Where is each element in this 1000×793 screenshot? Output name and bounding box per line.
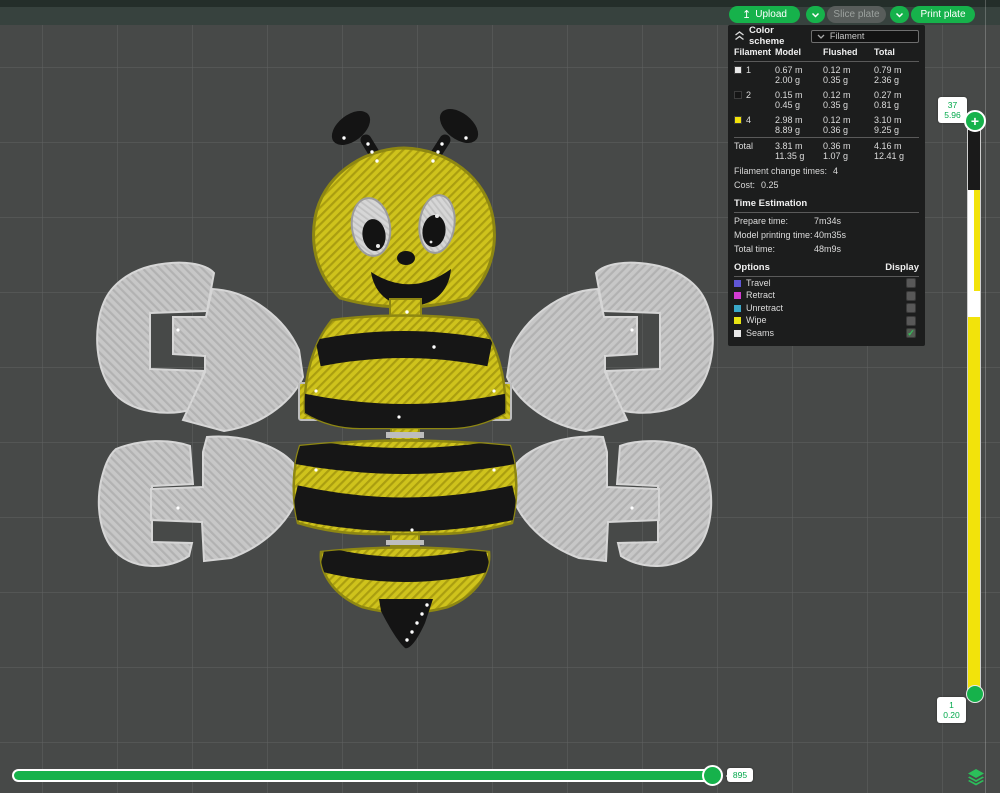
- filament-row-id: 4: [734, 112, 775, 137]
- layer-color-segment: [974, 190, 980, 291]
- chevron-down-icon: [811, 12, 820, 18]
- view-mode-select[interactable]: Filament: [811, 30, 919, 43]
- layer-color-segment: [968, 317, 980, 690]
- seams-display-checkbox[interactable]: ✓: [906, 328, 916, 338]
- unretract-swatch: [734, 305, 741, 312]
- slice-plate-label: Slice plate: [833, 9, 879, 20]
- option-row-unretract: Unretract ✓: [734, 302, 919, 315]
- filament-row-id: 1: [734, 62, 775, 87]
- layer-slider-upper-handle[interactable]: +: [964, 110, 986, 132]
- prepare-time: Prepare time:7m34s: [734, 213, 919, 227]
- layers-icon: [966, 767, 986, 787]
- print-dropdown-button[interactable]: [890, 6, 909, 23]
- upload-button[interactable]: ↥ Upload: [729, 6, 800, 23]
- option-row-retract: Retract ✓: [734, 290, 919, 303]
- layer-color-segment: [968, 130, 980, 190]
- model-printing-time: Model printing time:40m35s: [734, 227, 919, 241]
- seams-swatch: [734, 330, 741, 337]
- move-slider-handle[interactable]: [702, 765, 723, 786]
- preview-stats-panel: Color scheme Filament Filament Model Flu…: [728, 25, 925, 346]
- col-header: Model: [775, 46, 823, 62]
- retract-swatch: [734, 292, 741, 299]
- layer-color-segment: [968, 291, 980, 317]
- display-title: Display: [885, 262, 919, 273]
- options-title: Options: [734, 262, 770, 273]
- layer-slider-bottom-tooltip: 10.20: [937, 697, 966, 723]
- layer-slider-top-tooltip: 375.96: [938, 97, 967, 123]
- view-mode-value: Filament: [830, 31, 865, 42]
- unretract-display-checkbox[interactable]: ✓: [906, 303, 916, 313]
- wipe-swatch: [734, 317, 741, 324]
- filament-row-id: 2: [734, 87, 775, 112]
- slice-plate-button[interactable]: Slice plate: [827, 6, 886, 23]
- collapse-panel-icon[interactable]: [734, 31, 744, 41]
- layer-slider-track[interactable]: [967, 129, 981, 691]
- time-estimation-title: Time Estimation: [734, 198, 919, 213]
- upload-icon: ↥: [742, 8, 751, 21]
- filament-swatch: [734, 91, 742, 99]
- panel-title: Color scheme: [749, 25, 806, 47]
- retract-display-checkbox[interactable]: ✓: [906, 291, 916, 301]
- option-row-seams: Seams ✓: [734, 327, 919, 340]
- print-plate-label: Print plate: [920, 9, 965, 20]
- total-row-label: Total: [734, 137, 775, 163]
- layer-view-button[interactable]: [965, 766, 986, 787]
- move-slider-tooltip: 895: [727, 768, 753, 782]
- bee-body: [294, 316, 517, 614]
- chevron-down-icon: [817, 34, 825, 39]
- filament-swatch: [734, 116, 742, 124]
- total-time: Total time:48m9s: [734, 241, 919, 255]
- filament-usage-table: Filament Model Flushed Total 1 0.67 m2.0…: [734, 46, 919, 163]
- upload-button-label: Upload: [755, 9, 787, 20]
- travel-swatch: [734, 280, 741, 287]
- col-header: Flushed: [823, 46, 874, 62]
- filament-swatch: [734, 66, 742, 74]
- col-header: Total: [874, 46, 919, 62]
- move-slider-fill: [14, 771, 716, 780]
- filament-change-times: Filament change times:4: [734, 166, 919, 177]
- option-row-wipe: Wipe ✓: [734, 315, 919, 328]
- layer-slider-lower-handle[interactable]: [966, 685, 984, 703]
- move-slider-track[interactable]: [12, 769, 718, 782]
- bee-head: [314, 148, 495, 307]
- travel-display-checkbox[interactable]: ✓: [906, 278, 916, 288]
- slicer-preview-window: ↥ Upload Slice plate Print plate Color s…: [0, 0, 1000, 793]
- chevron-down-icon: [895, 12, 904, 18]
- cost: Cost:0.25: [734, 180, 919, 191]
- option-row-travel: Travel ✓: [734, 277, 919, 290]
- print-plate-button[interactable]: Print plate: [911, 6, 975, 23]
- col-header: Filament: [734, 46, 775, 62]
- slice-dropdown-button[interactable]: [806, 6, 825, 23]
- wipe-display-checkbox[interactable]: ✓: [906, 316, 916, 326]
